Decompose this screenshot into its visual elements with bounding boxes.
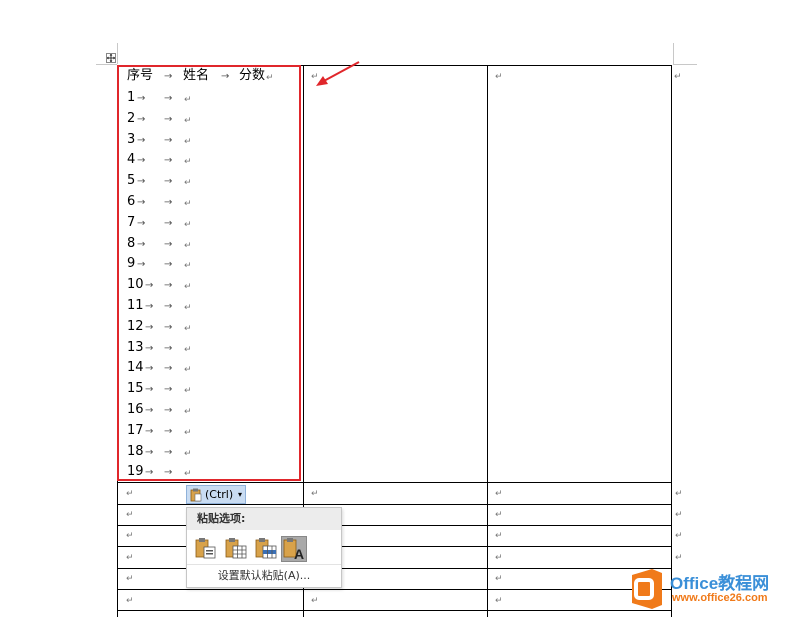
margin-mark [673,43,674,64]
paste-text-only-icon: A [283,538,304,562]
margin-mark [673,64,697,65]
set-default-paste-link[interactable]: 设置默认粘贴(A)... [187,564,341,587]
watermark-url: www.office26.com [672,592,768,604]
nest-table-button[interactable] [253,536,279,562]
highlight-box [117,65,301,481]
merge-table-button[interactable] [223,536,249,562]
paste-nest-table-icon [255,538,277,559]
office-logo-icon [632,569,662,609]
popup-title: 粘贴选项: [187,508,341,530]
watermark-brand: Office教程网 [670,574,770,593]
margin-mark [117,43,118,64]
table-move-handle-icon[interactable] [106,53,116,63]
watermark-logo: Office教程网 www.office26.com [624,565,792,615]
annotation-arrow-icon [316,61,360,86]
end-of-row-mark: ↵ [674,72,682,82]
keep-source-formatting-button[interactable] [193,536,219,562]
paragraph-mark: ↵ [495,72,503,82]
clipboard-icon [190,488,202,502]
chevron-down-icon: ▾ [238,490,243,499]
paste-merge-table-icon [225,538,247,559]
paste-keep-format-icon [195,538,216,559]
svg-text:A: A [294,546,304,561]
paste-options-label: (Ctrl) [205,488,234,501]
margin-mark [96,64,117,65]
paste-options-popup: 粘贴选项: A 设置默认粘贴(A)... [186,507,342,588]
paste-options-button[interactable]: (Ctrl) ▾ [186,485,246,504]
keep-text-only-button[interactable]: A [281,536,307,562]
